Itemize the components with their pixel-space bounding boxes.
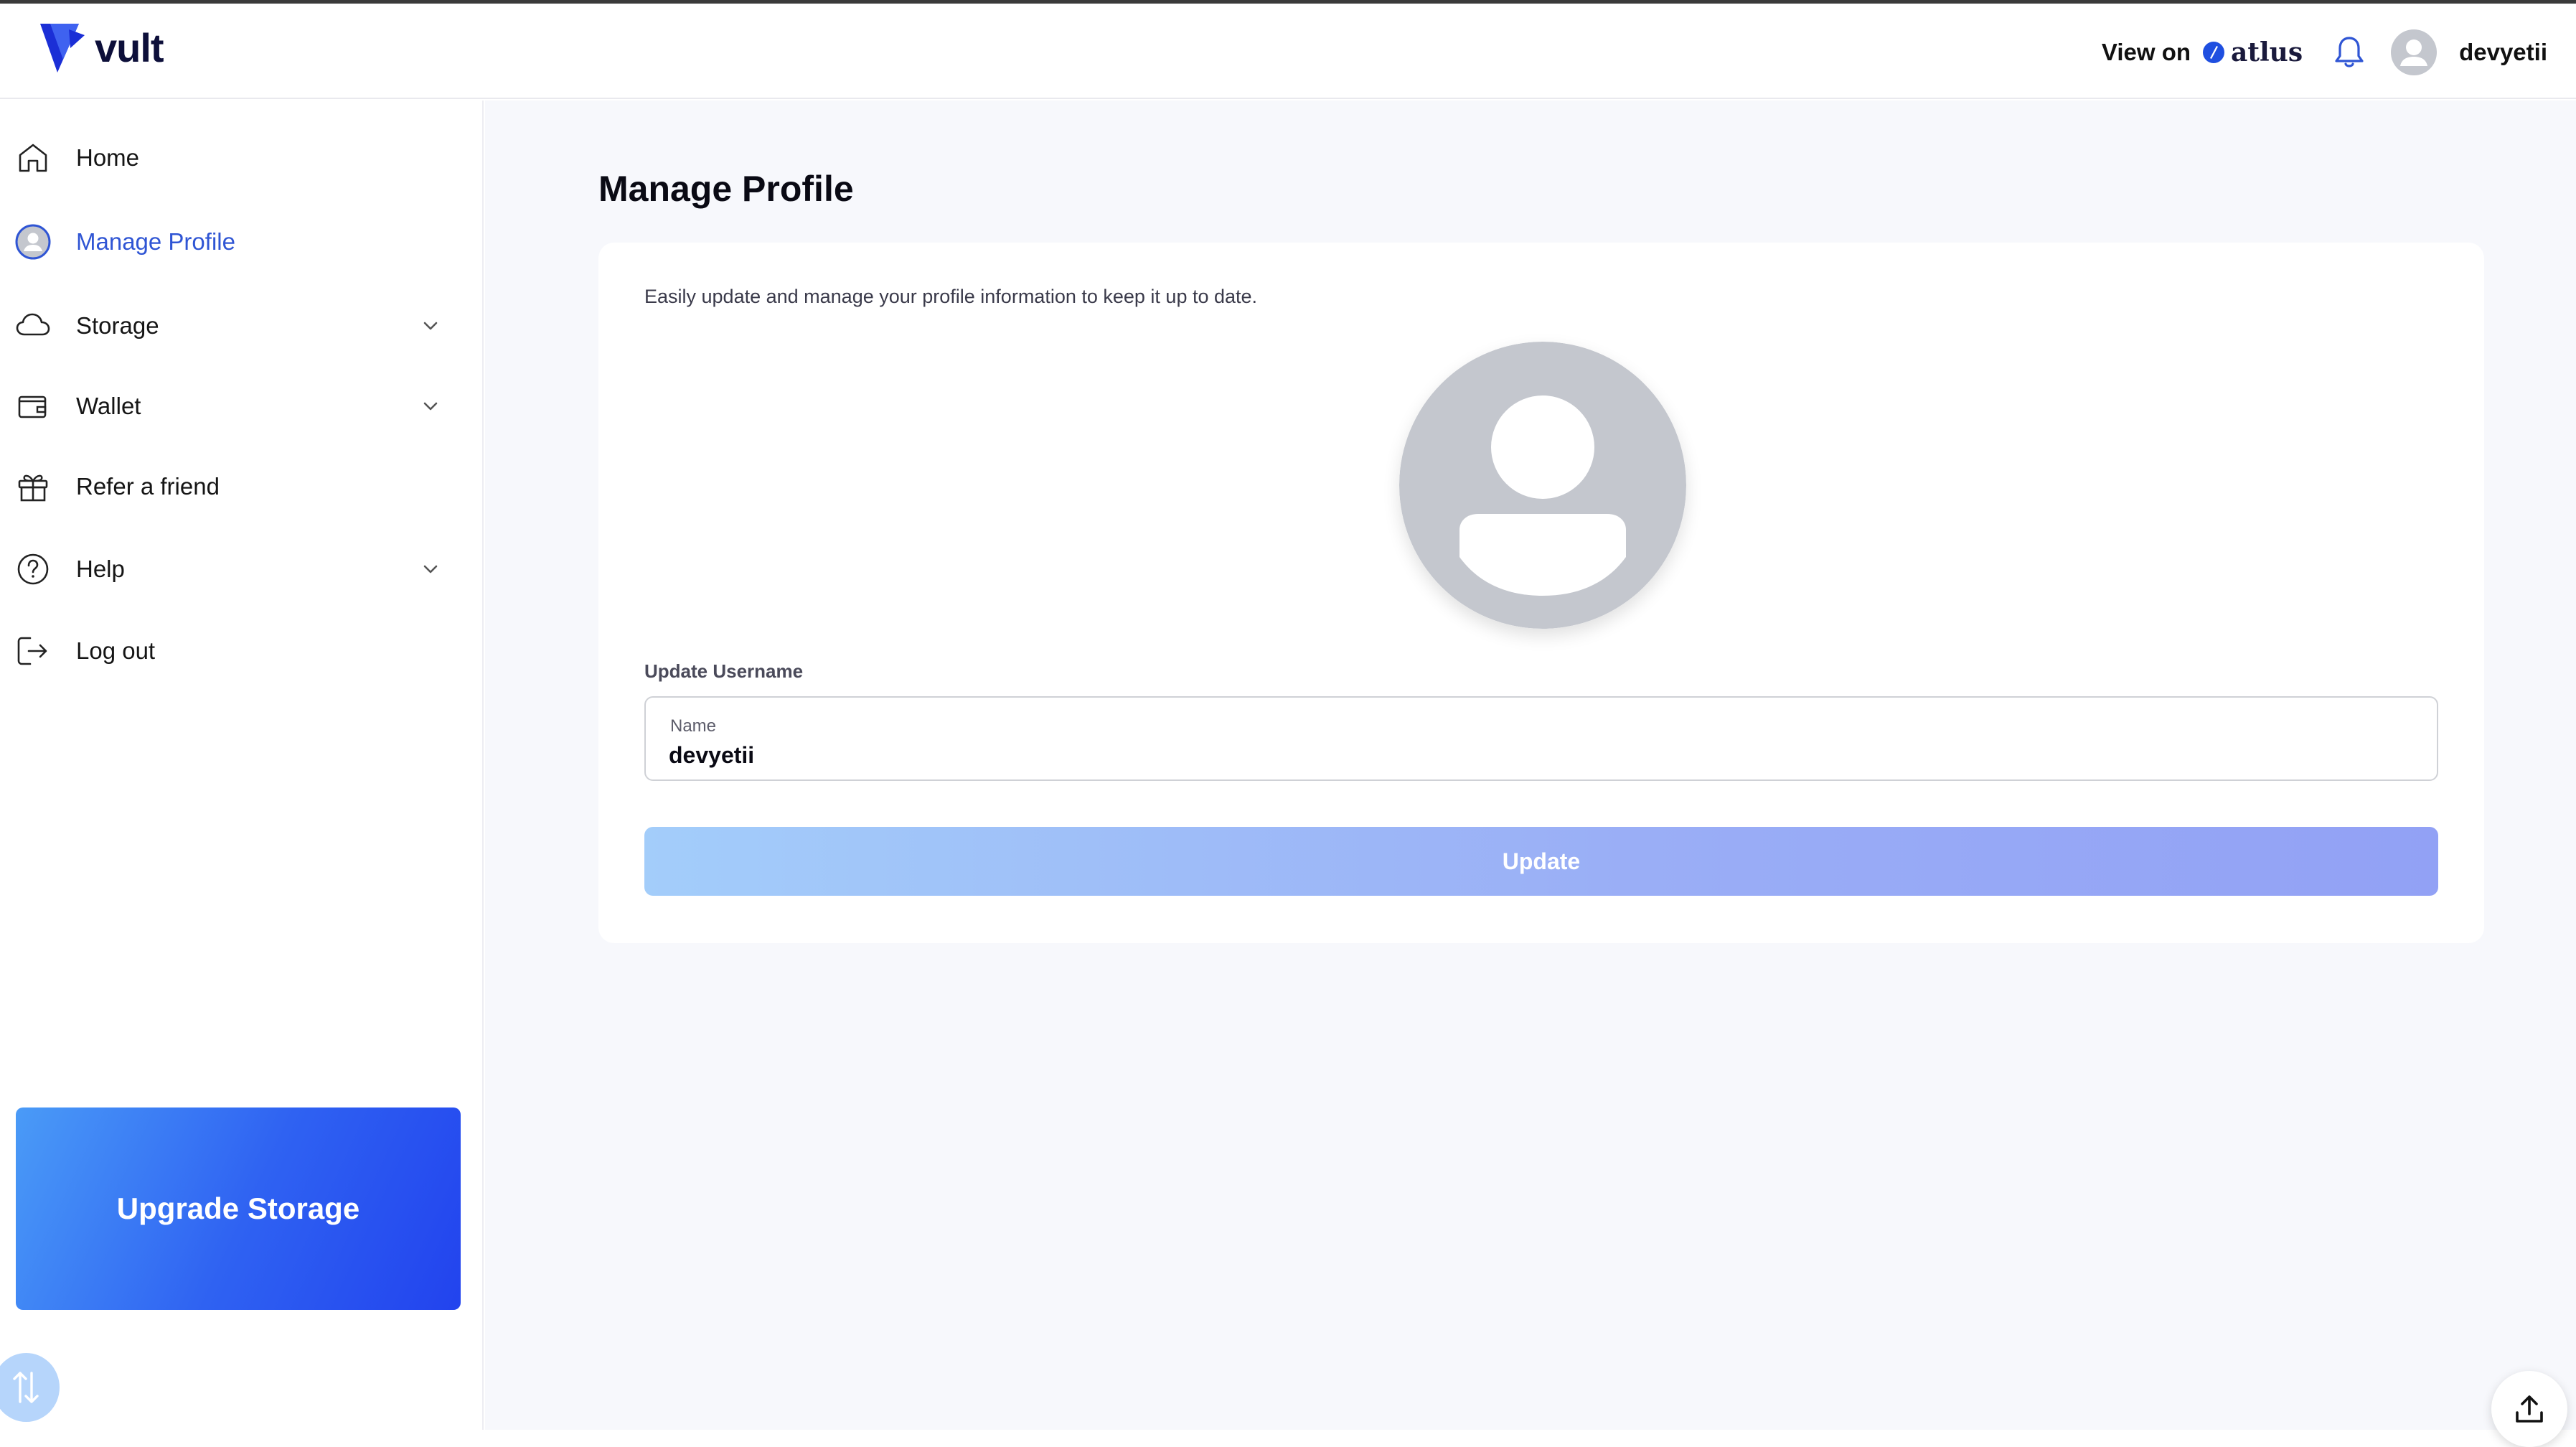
sidebar-item-label: Wallet: [76, 393, 141, 419]
sidebar-item-logout[interactable]: Log out: [14, 622, 459, 680]
logout-icon: [17, 637, 47, 665]
sort-arrows-icon: [12, 1372, 39, 1403]
gift-icon: [18, 474, 48, 502]
update-username-label: Update Username: [644, 660, 804, 682]
name-input[interactable]: [669, 739, 2391, 771]
sidebar-item-label: Log out: [76, 637, 156, 664]
sidebar-item-label: Home: [76, 144, 140, 171]
chevron-down-icon[interactable]: [419, 395, 442, 418]
chevron-down-icon[interactable]: [419, 558, 442, 581]
sidebar-item-label: Help: [76, 556, 125, 582]
sidebar-item-label: Storage: [76, 312, 159, 339]
page-title: Manage Profile: [598, 169, 854, 209]
sidebar-item-storage[interactable]: Storage: [14, 297, 459, 355]
profile-avatar-icon[interactable]: [1399, 342, 1686, 629]
name-field-label: Name: [670, 716, 717, 736]
main-content: Manage Profile Easily update and manage …: [485, 100, 2576, 1447]
user-avatar-icon[interactable]: [2390, 29, 2438, 76]
atlus-link[interactable]: atlus: [2202, 37, 2303, 67]
header-actions: View on atlus devyetii: [2102, 24, 2547, 81]
sidebar-item-refer[interactable]: Refer a friend: [14, 458, 459, 515]
profile-card: Easily update and manage your profile in…: [598, 243, 2484, 943]
sidebar-item-wallet[interactable]: Wallet: [14, 378, 459, 435]
update-button[interactable]: Update: [644, 827, 2438, 896]
vult-logo[interactable]: vult: [37, 19, 164, 75]
home-icon: [19, 144, 47, 172]
notification-bell-icon[interactable]: [2333, 34, 2366, 70]
sidebar-item-label: Refer a friend: [76, 473, 220, 500]
atlus-logo-icon: [2203, 42, 2225, 63]
wallet-icon: [18, 395, 47, 418]
app-name: vult: [95, 24, 164, 70]
upgrade-storage-button[interactable]: Upgrade Storage: [16, 1108, 461, 1310]
upload-icon: [2516, 1395, 2543, 1423]
sidebar: Home Manage Profile Storage Wallet Refer…: [0, 100, 484, 1430]
upload-button[interactable]: [2491, 1371, 2567, 1447]
header-username[interactable]: devyetii: [2459, 39, 2547, 66]
sort-toggle-button[interactable]: [0, 1353, 60, 1422]
top-header: vult View on atlus devyetii: [0, 4, 2576, 99]
user-avatar-icon: [15, 224, 51, 260]
chevron-down-icon[interactable]: [419, 314, 442, 337]
help-circle-icon: [17, 553, 49, 585]
atlus-name: atlus: [2231, 37, 2303, 67]
sidebar-item-manage-profile[interactable]: Manage Profile: [14, 213, 459, 271]
sidebar-item-help[interactable]: Help: [14, 540, 459, 598]
name-field[interactable]: Name: [644, 696, 2438, 781]
upgrade-storage-label: Upgrade Storage: [116, 1191, 360, 1225]
view-on-label: View on: [2101, 39, 2191, 65]
profile-description: Easily update and manage your profile in…: [644, 286, 1258, 307]
sidebar-item-home[interactable]: Home: [14, 129, 459, 187]
cloud-icon: [16, 313, 50, 336]
sidebar-item-label: Manage Profile: [76, 228, 235, 255]
vult-logo-icon: [40, 24, 85, 72]
